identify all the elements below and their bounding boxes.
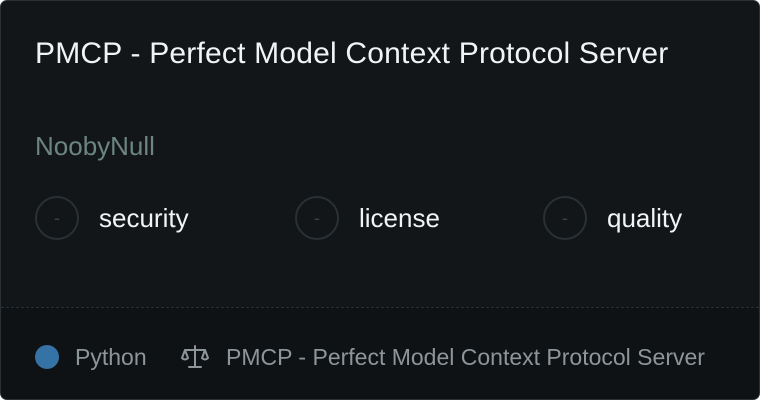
security-score: - <box>54 207 60 228</box>
language-color-dot <box>35 345 59 369</box>
security-score-circle: - <box>35 196 79 240</box>
license-name: PMCP - Perfect Model Context Protocol Se… <box>226 344 705 370</box>
security-label: security <box>99 202 189 233</box>
license-score: - <box>314 207 320 228</box>
card-footer: Python PMCP - Perfect Model Context Prot… <box>1 307 759 399</box>
language-label: Python <box>75 344 147 370</box>
server-title[interactable]: PMCP - Perfect Model Context Protocol Se… <box>35 35 695 73</box>
quality-badge[interactable]: - quality <box>543 195 682 241</box>
quality-score-circle: - <box>543 196 587 240</box>
license-badge[interactable]: - license <box>295 195 440 241</box>
license-score-circle: - <box>295 196 339 240</box>
server-card[interactable]: PMCP - Perfect Model Context Protocol Se… <box>0 0 760 400</box>
quality-label: quality <box>607 202 683 233</box>
quality-score: - <box>562 207 568 228</box>
license-label: license <box>359 202 440 233</box>
security-badge[interactable]: - security <box>35 195 189 241</box>
author-name[interactable]: NoobyNull <box>35 130 155 162</box>
scale-icon <box>181 345 209 368</box>
